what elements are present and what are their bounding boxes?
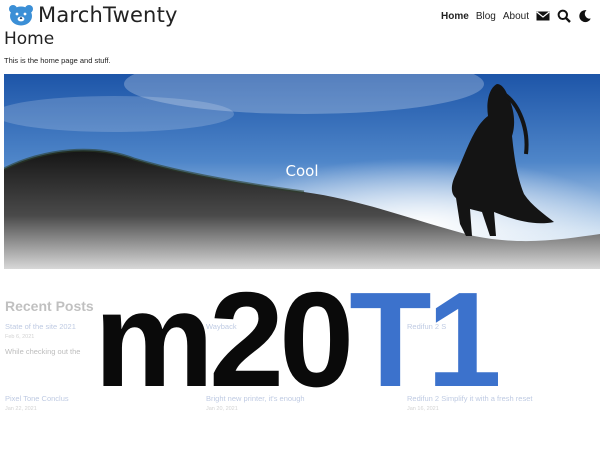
site-title[interactable]: MarchTwenty	[38, 3, 178, 27]
wordmark-part-t1: T1	[349, 264, 502, 415]
nav-about-link[interactable]: About	[503, 11, 529, 22]
mail-icon[interactable]	[536, 9, 550, 23]
nav-blog-link[interactable]: Blog	[476, 11, 496, 22]
main-nav: Home Blog About	[441, 9, 592, 23]
intro-text: This is the home page and stuff.	[4, 56, 111, 65]
hero-caption: Cool	[285, 162, 319, 180]
hero-image: Cool	[4, 74, 600, 269]
theme-wordmark-overlay: m20T1	[94, 272, 502, 407]
top-bar: MarchTwenty Home Blog About	[0, 0, 600, 30]
nav-home-link[interactable]: Home	[441, 11, 469, 22]
search-icon[interactable]	[557, 9, 571, 23]
page-title: Home	[4, 29, 55, 49]
moon-icon[interactable]	[578, 9, 592, 23]
bear-icon[interactable]	[8, 4, 34, 26]
wordmark-part-m20: m20	[94, 264, 354, 415]
recent-posts-heading: Recent Posts	[5, 298, 94, 314]
